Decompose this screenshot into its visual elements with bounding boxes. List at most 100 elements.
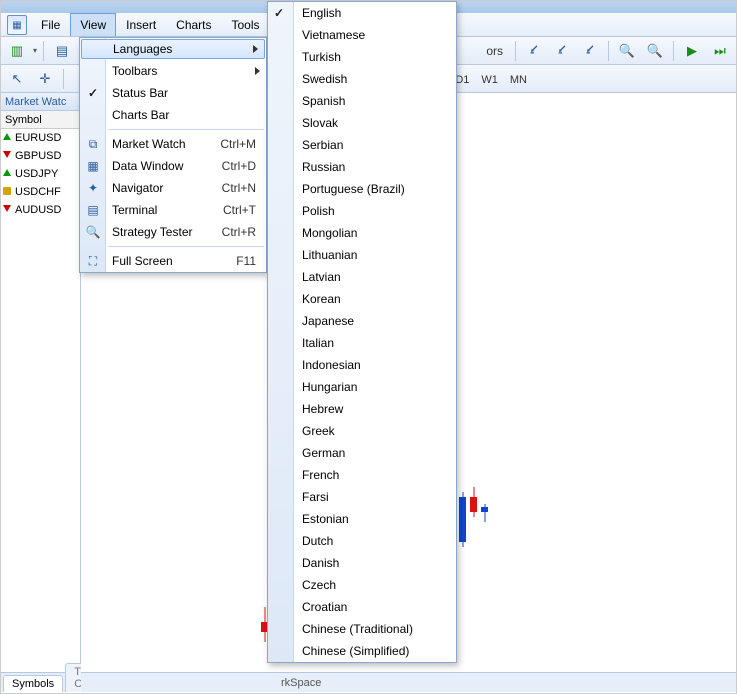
menu-item-label: Charts Bar bbox=[112, 108, 169, 122]
language-estonian[interactable]: Estonian bbox=[268, 508, 456, 530]
view-menu-strategy-tester[interactable]: 🔍Strategy TesterCtrl+R bbox=[80, 221, 266, 243]
language-label: Slovak bbox=[302, 116, 338, 130]
menu-item-label: Status Bar bbox=[112, 86, 168, 100]
language-label: Dutch bbox=[302, 534, 333, 548]
market-watch-row[interactable]: AUDUSD bbox=[1, 201, 80, 219]
line-tool3-icon[interactable]: ⭹ bbox=[578, 40, 602, 62]
submenu-caret-icon bbox=[253, 45, 258, 53]
language-russian[interactable]: Russian bbox=[268, 156, 456, 178]
language-slovak[interactable]: Slovak bbox=[268, 112, 456, 134]
market-watch-title: Market Watc bbox=[1, 93, 80, 111]
language-label: Estonian bbox=[302, 512, 349, 526]
menu-charts[interactable]: Charts bbox=[166, 13, 221, 36]
chart-footer: rkSpace bbox=[81, 672, 736, 692]
language-danish[interactable]: Danish bbox=[268, 552, 456, 574]
language-label: Mongolian bbox=[302, 226, 357, 240]
menu-insert[interactable]: Insert bbox=[116, 13, 166, 36]
preset-icon[interactable]: ▤ bbox=[50, 40, 74, 62]
language-korean[interactable]: Korean bbox=[268, 288, 456, 310]
language-spanish[interactable]: Spanish bbox=[268, 90, 456, 112]
view-menu-market-watch[interactable]: ⧉Market WatchCtrl+M bbox=[80, 133, 266, 155]
candle bbox=[459, 412, 466, 662]
market-watch-list: EURUSDGBPUSD USDJPY USDCHF AUDUSD bbox=[1, 129, 80, 672]
language-japanese[interactable]: Japanese bbox=[268, 310, 456, 332]
language-label: Korean bbox=[302, 292, 341, 306]
language-czech[interactable]: Czech bbox=[268, 574, 456, 596]
language-lithuanian[interactable]: Lithuanian bbox=[268, 244, 456, 266]
language-indonesian[interactable]: Indonesian bbox=[268, 354, 456, 376]
language-chinese-simplified-[interactable]: Chinese (Simplified) bbox=[268, 640, 456, 662]
language-label: Lithuanian bbox=[302, 248, 357, 262]
symbol-label: USDJPY bbox=[15, 168, 58, 180]
market-watch-tabs: Symbols Tick Chart bbox=[1, 672, 80, 692]
shift-icon[interactable]: ⏭ bbox=[708, 40, 732, 62]
menu-item-label: Data Window bbox=[112, 159, 183, 173]
arrow-down-icon bbox=[3, 205, 13, 215]
shortcut-label: Ctrl+N bbox=[222, 181, 256, 195]
workspace-label[interactable]: rkSpace bbox=[281, 677, 321, 689]
menu-view[interactable]: View bbox=[70, 13, 116, 36]
market-watch-row[interactable]: USDCHF bbox=[1, 183, 80, 201]
symbol-label: AUDUSD bbox=[15, 204, 61, 216]
toolbar-indicator-label[interactable]: ors bbox=[486, 44, 509, 58]
menu-file[interactable]: File bbox=[31, 13, 70, 36]
language-portuguese-brazil-[interactable]: Portuguese (Brazil) bbox=[268, 178, 456, 200]
language-label: Portuguese (Brazil) bbox=[302, 182, 405, 196]
timeframe-w1[interactable]: W1 bbox=[476, 69, 503, 89]
language-vietnamese[interactable]: Vietnamese bbox=[268, 24, 456, 46]
view-menu-terminal[interactable]: ▤TerminalCtrl+T bbox=[80, 199, 266, 221]
language-english[interactable]: ✓English bbox=[268, 2, 456, 24]
view-menu-toolbars[interactable]: Toolbars bbox=[80, 60, 266, 82]
candle bbox=[470, 412, 477, 662]
line-tool-icon[interactable]: ⭹ bbox=[522, 40, 546, 62]
check-icon: ✓ bbox=[274, 6, 284, 20]
language-label: Italian bbox=[302, 336, 334, 350]
language-label: Russian bbox=[302, 160, 345, 174]
view-menu-data-window[interactable]: ▦Data WindowCtrl+D bbox=[80, 155, 266, 177]
autoscroll-icon[interactable]: ▶ bbox=[680, 40, 704, 62]
app-icon[interactable]: ▦ bbox=[7, 15, 27, 35]
language-mongolian[interactable]: Mongolian bbox=[268, 222, 456, 244]
view-menu-status-bar[interactable]: Status Bar bbox=[80, 82, 266, 104]
market-watch-row[interactable]: GBPUSD bbox=[1, 147, 80, 165]
new-chart-icon[interactable]: ▥ bbox=[5, 40, 29, 62]
view-menu-full-screen[interactable]: ⛶Full ScreenF11 bbox=[80, 250, 266, 272]
term-icon: ▤ bbox=[84, 201, 102, 219]
view-menu-charts-bar[interactable]: Charts Bar bbox=[80, 104, 266, 126]
language-latvian[interactable]: Latvian bbox=[268, 266, 456, 288]
language-polish[interactable]: Polish bbox=[268, 200, 456, 222]
market-watch-col-symbol[interactable]: Symbol bbox=[1, 111, 80, 129]
language-german[interactable]: German bbox=[268, 442, 456, 464]
arrow-up-icon bbox=[3, 133, 13, 143]
view-menu-navigator[interactable]: ✦NavigatorCtrl+N bbox=[80, 177, 266, 199]
menu-tools[interactable]: Tools bbox=[222, 13, 270, 36]
menu-item-label: Languages bbox=[113, 42, 172, 56]
zoom-out-icon[interactable]: 🔍 bbox=[643, 40, 667, 62]
language-label: French bbox=[302, 468, 339, 482]
view-menu-languages[interactable]: Languages bbox=[81, 39, 265, 59]
shortcut-label: Ctrl+R bbox=[222, 225, 256, 239]
language-chinese-traditional-[interactable]: Chinese (Traditional) bbox=[268, 618, 456, 640]
language-serbian[interactable]: Serbian bbox=[268, 134, 456, 156]
language-label: Greek bbox=[302, 424, 335, 438]
tab-symbols[interactable]: Symbols bbox=[3, 675, 63, 692]
language-farsi[interactable]: Farsi bbox=[268, 486, 456, 508]
language-greek[interactable]: Greek bbox=[268, 420, 456, 442]
language-swedish[interactable]: Swedish bbox=[268, 68, 456, 90]
line-tool2-icon[interactable]: ⭹ bbox=[550, 40, 574, 62]
cursor-icon[interactable]: ↖ bbox=[5, 68, 29, 90]
fs-icon: ⛶ bbox=[84, 252, 102, 270]
language-hebrew[interactable]: Hebrew bbox=[268, 398, 456, 420]
language-dutch[interactable]: Dutch bbox=[268, 530, 456, 552]
language-croatian[interactable]: Croatian bbox=[268, 596, 456, 618]
crosshair-icon[interactable]: ✛ bbox=[33, 68, 57, 90]
market-watch-row[interactable]: EURUSD bbox=[1, 129, 80, 147]
language-french[interactable]: French bbox=[268, 464, 456, 486]
language-hungarian[interactable]: Hungarian bbox=[268, 376, 456, 398]
language-turkish[interactable]: Turkish bbox=[268, 46, 456, 68]
menu-item-label: Market Watch bbox=[112, 137, 186, 151]
timeframe-mn[interactable]: MN bbox=[505, 69, 532, 89]
market-watch-row[interactable]: USDJPY bbox=[1, 165, 80, 183]
zoom-in-icon[interactable]: 🔍 bbox=[615, 40, 639, 62]
language-italian[interactable]: Italian bbox=[268, 332, 456, 354]
